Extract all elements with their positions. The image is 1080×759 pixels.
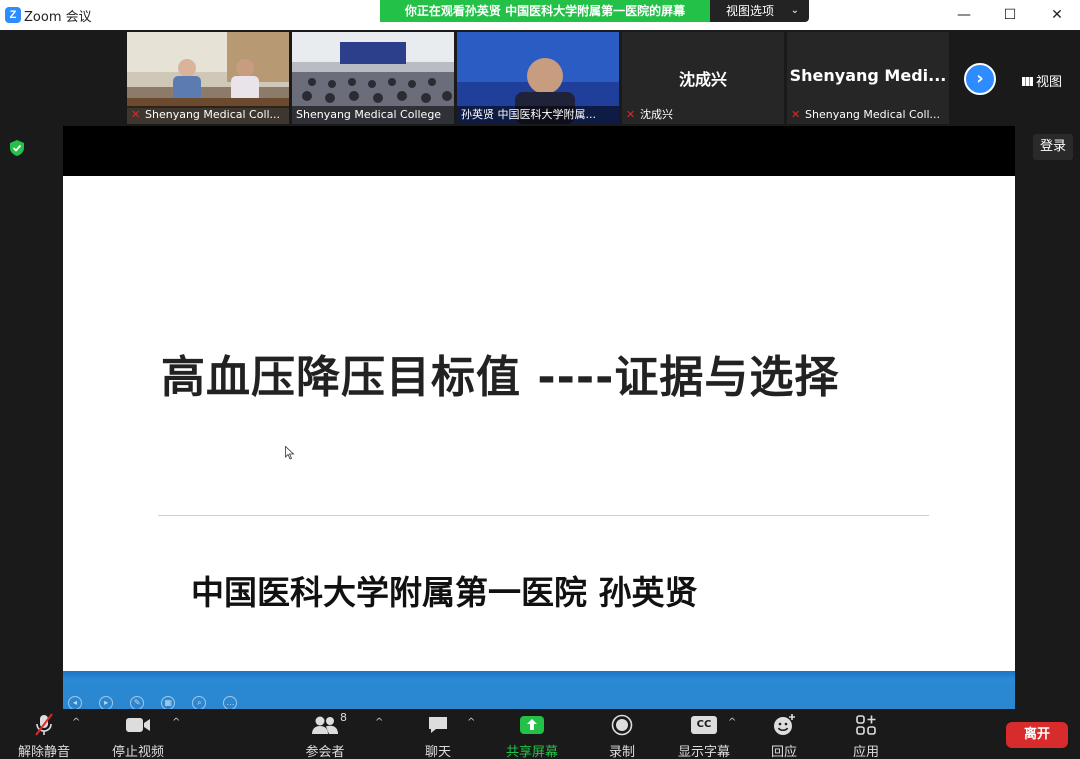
unmute-button[interactable]: 解除静音 [16,713,72,759]
video-options-chevron-icon[interactable]: ^ [172,717,180,728]
mic-muted-icon [35,713,53,736]
reactions-label: 回应 [770,745,797,759]
participant-tile[interactable]: Shenyang Medi... ✕ Shenyang Medical Coll.… [787,32,949,124]
participant-name-bar: Shenyang Medical College [292,106,454,124]
participant-tile[interactable]: ✕ Shenyang Medical Coll... [127,32,289,124]
chevron-down-icon: ⌄ [790,5,799,16]
chat-bubble-icon [429,717,447,733]
unmute-label: 解除静音 [17,745,70,759]
shared-screen-top-band [63,126,1015,176]
record-button[interactable]: 录制 [602,713,642,759]
share-banner: 你正在观看孙英贤 中国医科大学附属第一医院的屏幕 [380,0,710,22]
security-shield-icon[interactable] [10,140,24,156]
slide-author: 中国医科大学附属第一医院 孙英贤 [191,573,698,612]
mic-muted-icon: ✕ [791,108,801,121]
apps-button[interactable]: 应用 [846,713,886,759]
video-camera-icon [126,718,150,732]
participants-options-chevron-icon[interactable]: ^ [375,717,383,728]
participant-name: 孙英贤 中国医科大学附属... [461,108,596,121]
view-options-button[interactable]: 视图选项 ⌄ [710,0,809,22]
slide-title: 高血压降压目标值 ----证据与选择 [161,352,840,403]
mic-muted-icon: ✕ [131,108,141,121]
emoji-reaction-icon [774,714,795,735]
participant-display-name: Shenyang Medi... [789,66,947,85]
participant-name: Shenyang Medical Coll... [145,108,281,121]
participant-tile[interactable]: Shenyang Medical College [292,32,454,124]
apps-icon [856,715,876,735]
meeting-toolbar: 解除静音 ^ 停止视频 ^ 8 参会者 ^ 聊天 ^ 共享屏幕 录制 CC 显示… [0,709,1080,759]
participant-name-bar: ✕ Shenyang Medical Coll... [127,106,289,124]
captions-options-chevron-icon[interactable]: ^ [728,717,736,728]
apps-label: 应用 [852,745,879,759]
chat-label: 聊天 [424,745,451,759]
stop-video-label: 停止视频 [111,745,164,759]
audio-options-chevron-icon[interactable]: ^ [72,717,80,728]
record-icon [611,714,633,736]
chat-options-chevron-icon[interactable]: ^ [467,717,475,728]
view-label: 视图 [1036,75,1063,90]
next-slide-icon[interactable]: ▸ [99,696,114,710]
participant-name-bar: ✕ 沈成兴 [622,106,784,124]
chat-button[interactable]: 聊天 [418,713,458,759]
shared-slide: 高血压降压目标值 ----证据与选择 中国医科大学附属第一医院 孙英贤 [63,176,1015,671]
next-page-button[interactable]: › [964,63,996,95]
closed-captions-icon: CC [691,716,717,734]
grid-icon [1022,77,1033,86]
chevron-right-icon: › [976,68,984,89]
leave-meeting-button[interactable]: 离开 [1006,722,1068,748]
participant-name: Shenyang Medical College [296,108,442,121]
share-screen-label: 共享屏幕 [505,745,558,759]
participant-display-name: 沈成兴 [678,70,727,89]
participants-label: 参会者 [305,745,345,759]
previous-slide-icon[interactable]: ◂ [68,696,82,710]
share-screen-icon [520,716,544,734]
participant-name-bar: ✕ Shenyang Medical Coll... [787,106,949,124]
captions-button[interactable]: CC 显示字幕 [674,713,734,759]
stop-video-button[interactable]: 停止视频 [110,713,166,759]
participants-button[interactable]: 8 参会者 [300,711,350,759]
slideshow-controls: ◂ ▸ ✎ ▦ ⌕ … [68,690,249,710]
view-options-label: 视图选项 [726,4,775,18]
maximize-button[interactable]: ☐ [987,0,1033,30]
mouse-cursor-icon [285,446,295,460]
minimize-button[interactable]: — [941,0,987,30]
window-title: Zoom 会议 [24,10,92,25]
participant-name: Shenyang Medical Coll... [805,108,941,121]
participants-count: 8 [340,711,347,724]
captions-label: 显示字幕 [677,745,730,759]
participants-icon [312,716,338,734]
record-label: 录制 [608,745,635,759]
view-button[interactable]: 视图 [1022,71,1062,90]
title-bar: Z Zoom 会议 你正在观看孙英贤 中国医科大学附属第一医院的屏幕 视图选项 … [0,0,1080,30]
participant-name: 沈成兴 [640,108,673,121]
share-screen-button[interactable]: 共享屏幕 [504,713,560,759]
participant-tile-active[interactable]: 孙英贤 中国医科大学附属... [457,32,619,124]
participant-tile[interactable]: 沈成兴 ✕ 沈成兴 [622,32,784,124]
close-button[interactable]: ✕ [1034,0,1080,30]
participant-name-bar: 孙英贤 中国医科大学附属... [457,106,619,124]
participant-strip: ✕ Shenyang Medical Coll... Shenyang Medic… [0,30,1080,126]
reactions-button[interactable]: 回应 [764,713,804,759]
login-button[interactable]: 登录 [1033,134,1073,160]
slide-divider [158,515,929,516]
zoom-logo-icon: Z [5,7,21,23]
mic-muted-icon: ✕ [626,108,636,121]
